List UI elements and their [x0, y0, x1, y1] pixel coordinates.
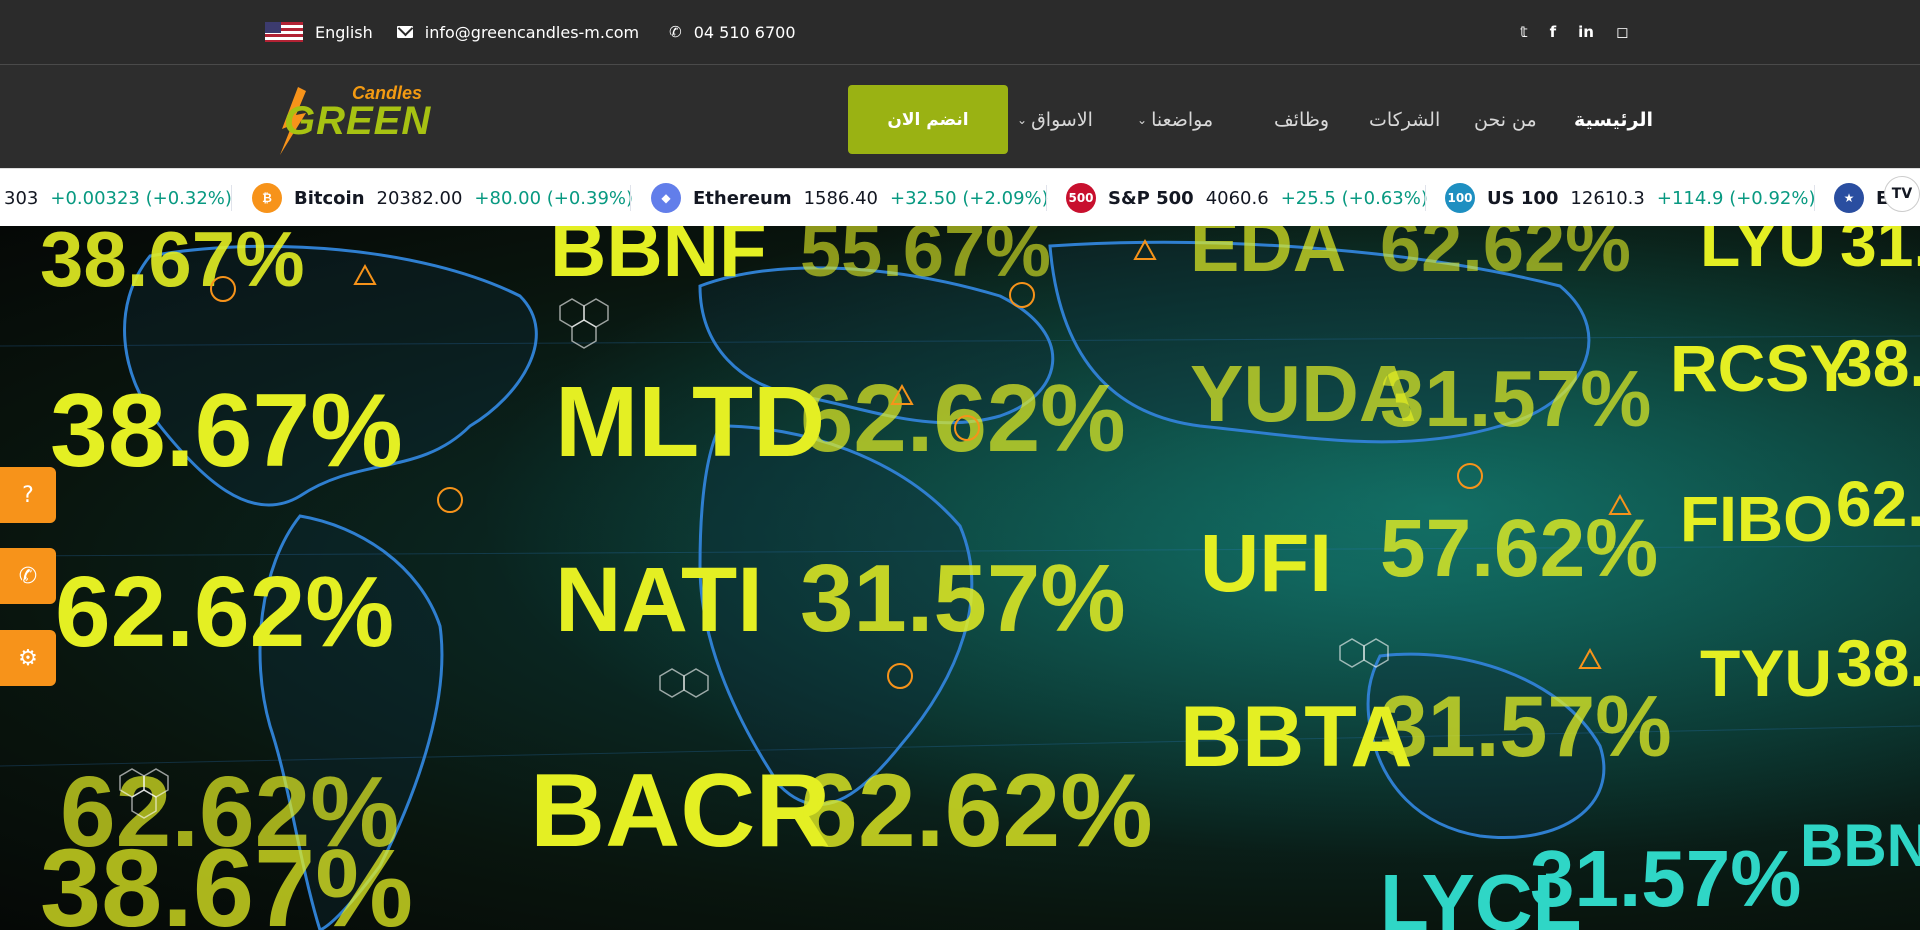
hero-text: 38.67% [40, 827, 413, 930]
ticker-price: 20382.00 [376, 187, 463, 209]
contact-info: English info@greencandles-m.com ✆ 04 510… [265, 0, 796, 64]
hero-banner: 38.67% BBNF 55.67% EDA 62.62% LYU 31.5 3… [0, 226, 1920, 930]
social-links: 𝕥 f in ◻ [1520, 0, 1628, 64]
us100-badge-icon: 100 [1445, 183, 1475, 213]
hero-text: FIBO [1680, 483, 1833, 555]
phone-number[interactable]: 04 510 6700 [694, 23, 796, 42]
hero-text: NATI [555, 549, 763, 651]
nav-markets-label: الاسواق [1031, 108, 1093, 131]
hero-text: 38.6 [1836, 326, 1920, 400]
chevron-down-icon: ⌄ [1017, 112, 1028, 127]
site-logo[interactable]: Candles GREEN [276, 83, 436, 155]
hero-text: 31.57% [1380, 354, 1651, 443]
hero-text: LYU [1700, 226, 1826, 280]
language-selector[interactable]: English [315, 23, 373, 42]
hero-text: 62.62% [1380, 226, 1631, 287]
us-flag-icon[interactable] [265, 22, 303, 42]
hero-text: 38.6 [1836, 626, 1920, 700]
hero-text: 57.62% [1380, 503, 1658, 594]
hero-text: 31.5 [1840, 226, 1920, 280]
hero-text: EDA [1190, 226, 1346, 287]
chevron-down-icon: ⌄ [1137, 112, 1148, 127]
ticker-divider [630, 185, 631, 211]
ticker-price: 12610.3 [1570, 187, 1645, 209]
nav-home[interactable]: الرئيسية [1574, 85, 1653, 154]
ticker-divider [231, 185, 232, 211]
hero-text: BBNF [550, 226, 767, 293]
gear-icon: ⚙ [18, 645, 38, 671]
join-now-button[interactable]: انضم الان [848, 85, 1008, 154]
hero-text: 62.5 [1836, 468, 1920, 540]
email-link[interactable]: info@greencandles-m.com [425, 23, 639, 42]
sp500-badge-icon: 500 [1066, 183, 1096, 213]
ticker-item[interactable]: 500 S&P 500 4060.6 +25.5 (+0.63%) [1066, 169, 1428, 227]
ticker-change: +32.50 (+2.09%) [890, 187, 1049, 209]
twitter-icon[interactable]: 𝕥 [1520, 23, 1528, 41]
ticker-change: +114.9 (+0.92%) [1656, 187, 1816, 209]
hero-text: MLTD [555, 366, 825, 478]
hero-text: 31.57% [800, 545, 1126, 652]
hero-text: 55.67% [800, 226, 1051, 292]
hero-text: BACR [530, 753, 830, 869]
ticker-item[interactable]: 100 US 100 12610.3 +114.9 (+0.92%) [1445, 169, 1816, 227]
help-button[interactable]: ? [0, 467, 56, 523]
ticker-divider [1046, 185, 1047, 211]
phone-icon: ✆ [669, 23, 682, 41]
ethereum-icon: ◆ [651, 183, 681, 213]
call-button[interactable]: ✆ [0, 548, 56, 604]
hero-text: RCSY [1670, 331, 1853, 405]
hero-text: 31.57% [1380, 679, 1672, 775]
ticker-item[interactable]: 303 +0.00323 (+0.32%) [4, 169, 232, 227]
instagram-icon[interactable]: ◻ [1616, 23, 1628, 41]
ticker-name: US 100 [1487, 187, 1559, 209]
ticker-name: S&P 500 [1108, 187, 1194, 209]
hero-text: BBTA [1180, 689, 1412, 785]
logo-green: GREEN [284, 99, 432, 143]
ticker-divider [1425, 185, 1426, 211]
nav-companies[interactable]: الشركات [1369, 85, 1440, 154]
hero-text: BBNF [1800, 812, 1920, 879]
nav-topics[interactable]: ⌄ مواضعنا [1137, 85, 1213, 154]
ticker-change: +0.00323 (+0.32%) [50, 187, 232, 209]
phone-icon: ✆ [18, 563, 38, 589]
ticker-change: +25.5 (+0.63%) [1280, 187, 1428, 209]
top-bar: English info@greencandles-m.com ✆ 04 510… [0, 0, 1920, 65]
facebook-icon[interactable]: f [1550, 23, 1557, 41]
settings-button[interactable]: ⚙ [0, 630, 56, 686]
hero-text: 38.67% [50, 373, 403, 489]
ticker-price: 4060.6 [1205, 187, 1269, 209]
hero-text: 38.67% [40, 226, 305, 303]
hero-text: TYU [1700, 636, 1832, 710]
nav-markets[interactable]: ⌄ الاسواق [1017, 85, 1093, 154]
hero-text: 62.62% [800, 753, 1153, 869]
ticker-price: 303 [4, 187, 39, 209]
nav-jobs[interactable]: وظائف [1274, 85, 1329, 154]
ticker-change: +80.00 (+0.39%) [474, 187, 634, 209]
hero-text: 62.62% [55, 556, 394, 668]
linkedin-icon[interactable]: in [1578, 23, 1594, 41]
ticker-price: 1586.40 [803, 187, 879, 209]
hero-text: 31.57% [1530, 834, 1801, 923]
ticker-divider [1814, 185, 1815, 211]
hero-text: UFI [1200, 518, 1332, 609]
eu-flag-icon: ★ [1834, 183, 1864, 213]
hero-background: 38.67% BBNF 55.67% EDA 62.62% LYU 31.5 3… [0, 226, 1920, 930]
bitcoin-icon: ₿ [252, 183, 282, 213]
ticker-item[interactable]: ◆ Ethereum 1586.40 +32.50 (+2.09%) [651, 169, 1049, 227]
ticker-name: Ethereum [693, 187, 792, 209]
nav-topics-label: مواضعنا [1151, 108, 1214, 131]
ticker-name: Bitcoin [294, 187, 365, 209]
question-icon: ? [22, 482, 34, 508]
ticker-item[interactable]: ★ E [1834, 169, 1888, 227]
ticker-tape: 303 +0.00323 (+0.32%) ₿ Bitcoin 20382.00… [0, 168, 1920, 228]
tradingview-logo-icon[interactable]: TV [1884, 176, 1920, 212]
mail-icon [396, 26, 413, 38]
ticker-item[interactable]: ₿ Bitcoin 20382.00 +80.00 (+0.39%) [252, 169, 633, 227]
hero-text: 62.62% [800, 365, 1126, 472]
nav-about[interactable]: من نحن [1474, 85, 1537, 154]
